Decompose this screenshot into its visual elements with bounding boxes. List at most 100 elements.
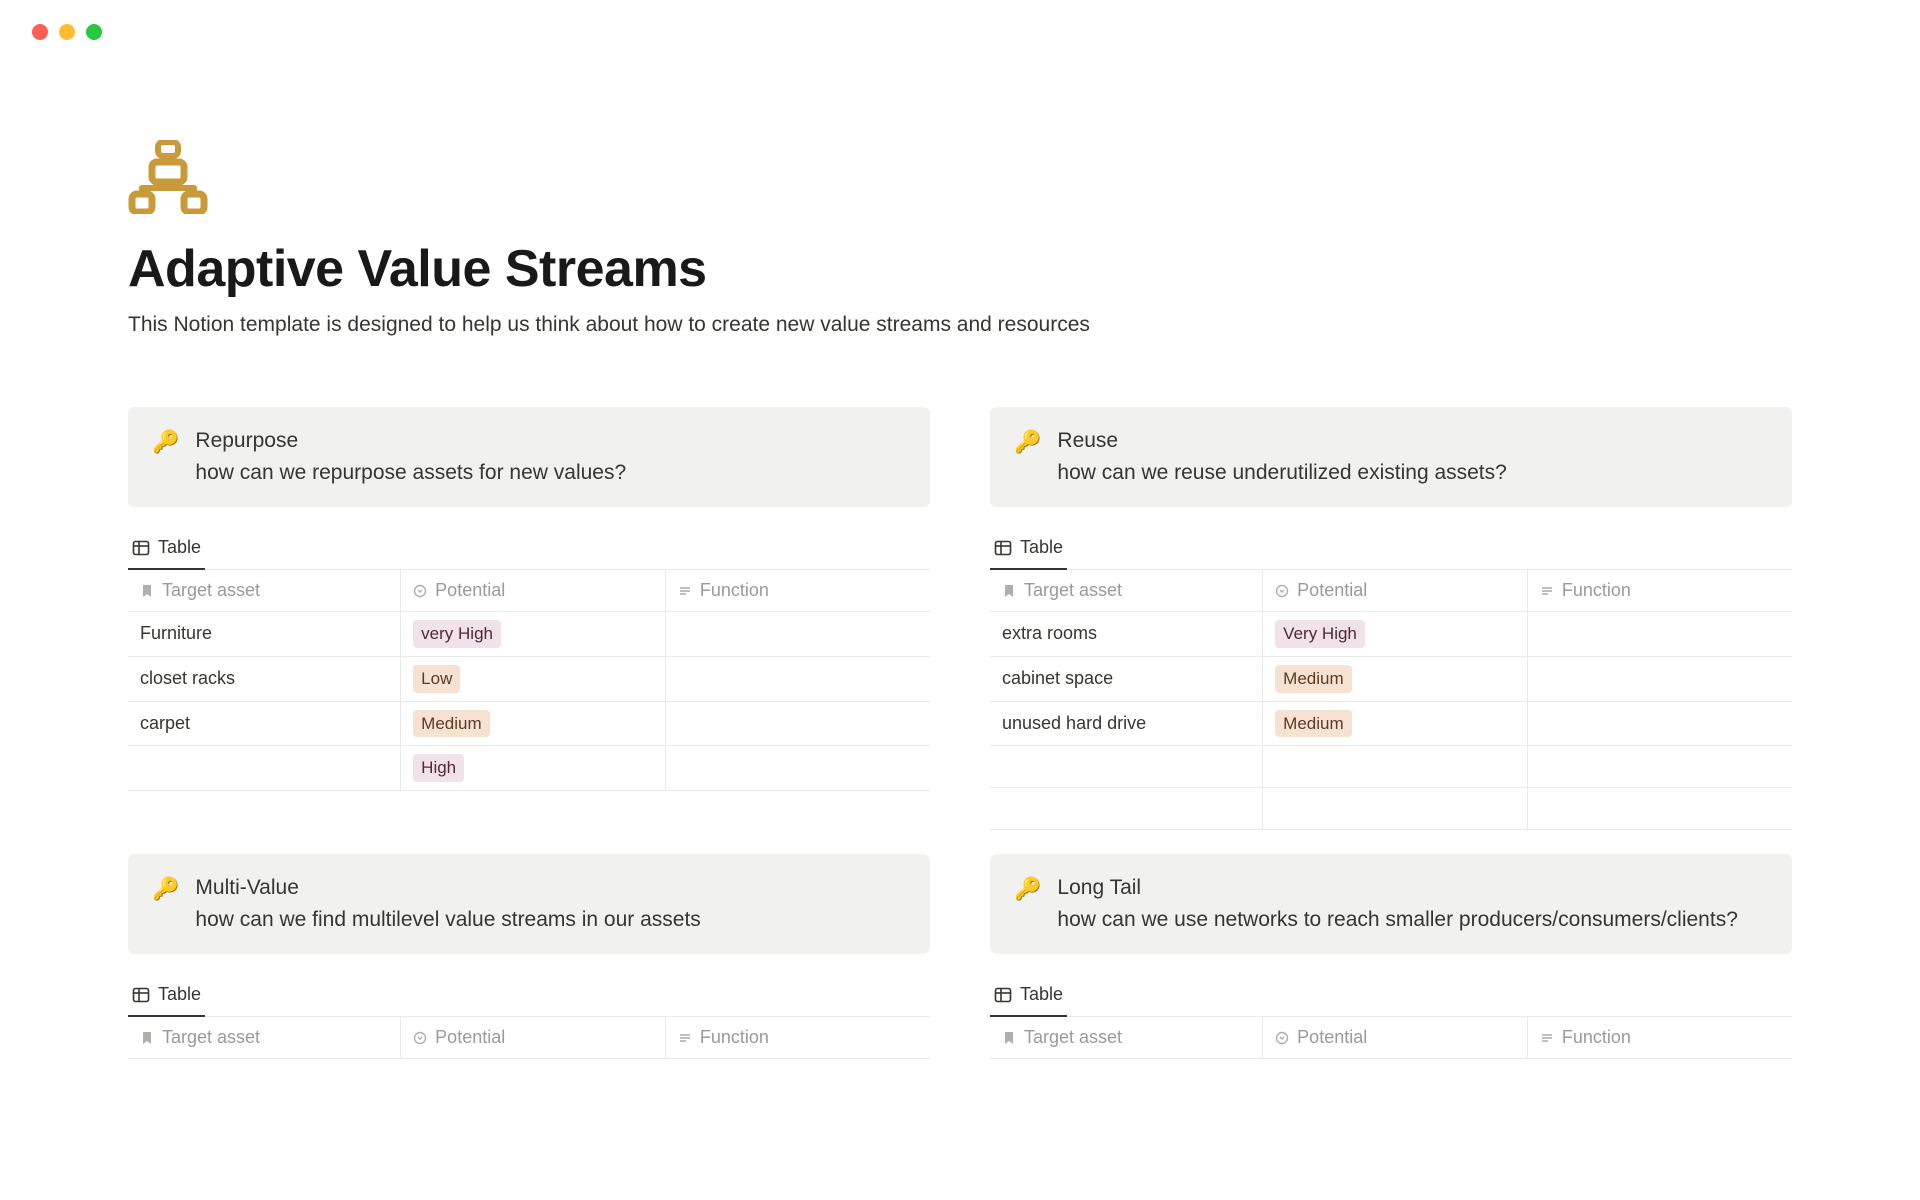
cell-target[interactable]: cabinet space (990, 656, 1263, 701)
page-icon[interactable] (128, 140, 1792, 219)
page-content: Adaptive Value Streams This Notion templ… (0, 40, 1920, 1059)
select-icon (413, 1031, 427, 1045)
bookmark-icon (1002, 1031, 1016, 1045)
potential-tag: Medium (1275, 665, 1351, 693)
callout-reuse[interactable]: 🔑 Reuse how can we reuse underutilized e… (990, 407, 1792, 507)
view-tabs: Table (128, 976, 930, 1017)
table-icon (994, 986, 1012, 1004)
cell-function[interactable] (1527, 612, 1792, 657)
cell-potential[interactable]: Medium (401, 701, 666, 746)
cell-potential[interactable]: Medium (1263, 656, 1528, 701)
potential-tag: High (413, 754, 464, 782)
table-row[interactable]: cabinet space Medium (990, 656, 1792, 701)
callout-question: how can we reuse underutilized existing … (1057, 461, 1506, 485)
callout-question: how can we find multilevel value streams… (195, 908, 700, 932)
tab-table[interactable]: Table (990, 529, 1067, 570)
column-header-potential[interactable]: Potential (1263, 1017, 1528, 1059)
cell-potential[interactable]: Medium (1263, 701, 1528, 746)
cell-function[interactable] (665, 701, 930, 746)
window-minimize-button[interactable] (59, 24, 75, 40)
callout-longtail[interactable]: 🔑 Long Tail how can we use networks to r… (990, 854, 1792, 954)
cell-potential[interactable]: very High (401, 612, 666, 657)
cell-potential[interactable] (1263, 788, 1528, 830)
cell-potential[interactable]: Very High (1263, 612, 1528, 657)
cell-function[interactable] (1527, 701, 1792, 746)
table-multivalue: Target asset Potential Function (128, 1017, 930, 1059)
potential-tag: Medium (413, 710, 489, 738)
table-row[interactable]: Furniture very High (128, 612, 930, 657)
text-icon (1540, 584, 1554, 598)
key-icon: 🔑 (1014, 429, 1041, 455)
column-header-target[interactable]: Target asset (128, 1017, 401, 1059)
column-header-function[interactable]: Function (1527, 1017, 1792, 1059)
cell-function[interactable] (665, 612, 930, 657)
window-zoom-button[interactable] (86, 24, 102, 40)
table-row[interactable]: unused hard driveMedium (990, 701, 1792, 746)
column-header-target[interactable]: Target asset (990, 1017, 1263, 1059)
tab-table[interactable]: Table (128, 976, 205, 1017)
potential-tag: Low (413, 665, 460, 693)
tab-label: Table (158, 984, 201, 1005)
callout-title: Reuse (1057, 429, 1506, 453)
callout-multivalue[interactable]: 🔑 Multi-Value how can we find multilevel… (128, 854, 930, 954)
table-row[interactable]: High (128, 746, 930, 791)
bookmark-icon (140, 1031, 154, 1045)
cell-target[interactable]: Furniture (128, 612, 401, 657)
cell-function[interactable] (665, 656, 930, 701)
table-row[interactable]: closet racks Low (128, 656, 930, 701)
tab-table[interactable]: Table (128, 529, 205, 570)
table-longtail: Target asset Potential Function (990, 1017, 1792, 1059)
cell-potential[interactable]: High (401, 746, 666, 791)
cell-function[interactable] (1527, 746, 1792, 788)
text-icon (678, 584, 692, 598)
table-row[interactable]: carpet Medium (128, 701, 930, 746)
cell-target[interactable] (990, 746, 1263, 788)
column-header-target[interactable]: Target asset (128, 570, 401, 612)
column-header-potential[interactable]: Potential (401, 570, 666, 612)
table-icon (994, 539, 1012, 557)
view-tabs: Table (990, 976, 1792, 1017)
column-header-function[interactable]: Function (665, 1017, 930, 1059)
tab-label: Table (1020, 984, 1063, 1005)
select-icon (1275, 1031, 1289, 1045)
table-reuse: Target asset Potential Function extra ro… (990, 570, 1792, 830)
column-header-function[interactable]: Function (1527, 570, 1792, 612)
cell-target[interactable]: extra rooms (990, 612, 1263, 657)
column-header-function[interactable]: Function (665, 570, 930, 612)
cell-target[interactable] (128, 746, 401, 791)
page-subtitle[interactable]: This Notion template is designed to help… (128, 313, 1792, 337)
section-longtail: 🔑 Long Tail how can we use networks to r… (990, 854, 1792, 1059)
select-icon (413, 584, 427, 598)
cell-potential[interactable]: Low (401, 656, 666, 701)
cell-function[interactable] (1527, 656, 1792, 701)
text-icon (1540, 1031, 1554, 1045)
callout-title: Long Tail (1057, 876, 1737, 900)
view-tabs: Table (128, 529, 930, 570)
column-header-potential[interactable]: Potential (1263, 570, 1528, 612)
window-close-button[interactable] (32, 24, 48, 40)
cell-target[interactable]: unused hard drive (990, 701, 1263, 746)
cell-function[interactable] (665, 746, 930, 791)
callout-title: Repurpose (195, 429, 626, 453)
column-header-target[interactable]: Target asset (990, 570, 1263, 612)
tab-table[interactable]: Table (990, 976, 1067, 1017)
cell-potential[interactable] (1263, 746, 1528, 788)
callout-title: Multi-Value (195, 876, 700, 900)
table-row[interactable] (990, 788, 1792, 830)
tab-label: Table (158, 537, 201, 558)
bookmark-icon (140, 584, 154, 598)
table-row[interactable]: extra roomsVery High (990, 612, 1792, 657)
cell-target[interactable]: closet racks (128, 656, 401, 701)
view-tabs: Table (990, 529, 1792, 570)
table-icon (132, 539, 150, 557)
potential-tag: very High (413, 620, 501, 648)
cell-function[interactable] (1527, 788, 1792, 830)
tab-label: Table (1020, 537, 1063, 558)
cell-target[interactable]: carpet (128, 701, 401, 746)
callout-repurpose[interactable]: 🔑 Repurpose how can we repurpose assets … (128, 407, 930, 507)
column-header-potential[interactable]: Potential (401, 1017, 666, 1059)
cell-target[interactable] (990, 788, 1263, 830)
window-controls (0, 0, 1920, 40)
page-title[interactable]: Adaptive Value Streams (128, 239, 1792, 299)
table-row[interactable] (990, 746, 1792, 788)
